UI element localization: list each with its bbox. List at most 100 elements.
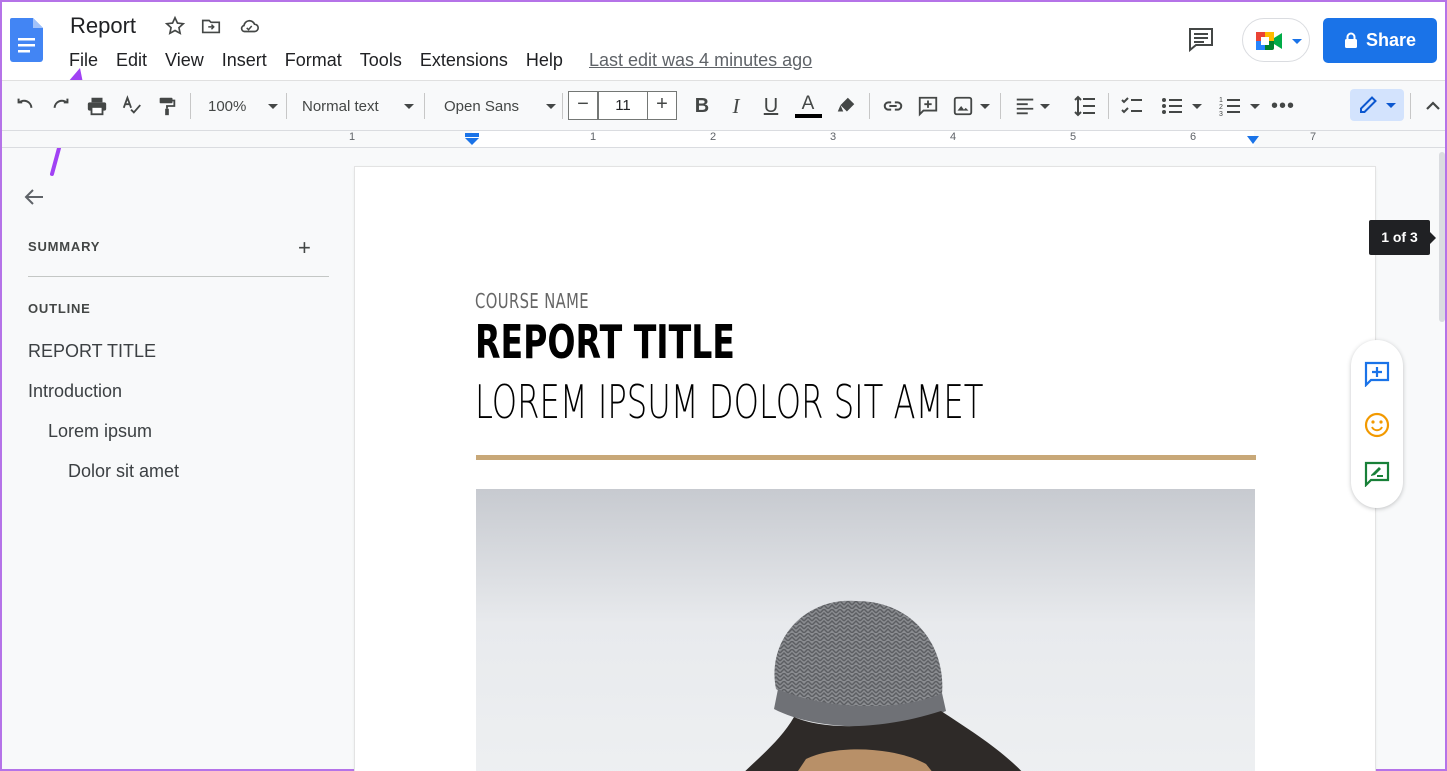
toolbar-divider	[1000, 93, 1001, 119]
paint-format-icon[interactable]	[154, 93, 180, 119]
side-action-toolbar	[1351, 340, 1403, 508]
menu-extensions[interactable]: Extensions	[411, 48, 517, 73]
ruler-number: 3	[830, 131, 837, 143]
right-indent-marker-icon[interactable]	[1247, 136, 1259, 144]
text-color-icon[interactable]: A	[794, 93, 822, 119]
undo-icon[interactable]	[12, 93, 38, 119]
suggest-edit-icon[interactable]	[1364, 461, 1390, 487]
ruler-number: 4	[950, 131, 957, 143]
meet-button[interactable]	[1242, 18, 1310, 62]
increase-font-size-button[interactable]: +	[647, 91, 677, 120]
lock-icon	[1344, 32, 1357, 48]
emoji-icon[interactable]	[1364, 412, 1390, 438]
chevron-down-icon	[268, 103, 278, 109]
align-button[interactable]	[1012, 93, 1052, 119]
ruler-number: 2	[710, 131, 717, 143]
align-icon	[1016, 98, 1034, 115]
menu-tools[interactable]: Tools	[351, 48, 411, 73]
back-arrow-icon[interactable]	[22, 185, 46, 209]
chevron-down-icon	[546, 103, 556, 109]
ruler-number: 1	[590, 131, 597, 143]
toolbar: 100% Normal text Open Sans B I U A 123 •…	[2, 80, 1445, 130]
bold-icon[interactable]: B	[690, 93, 714, 119]
report-title-text[interactable]: REPORT TITLE	[475, 315, 735, 369]
left-indent-marker-icon[interactable]	[465, 133, 479, 146]
outline-item-report-title[interactable]: REPORT TITLE	[28, 341, 156, 362]
checklist-icon[interactable]	[1118, 93, 1146, 119]
insert-image-button[interactable]	[950, 93, 992, 119]
outline-heading: OUTLINE	[28, 301, 91, 316]
ruler-number: 6	[1190, 131, 1197, 143]
font-size-input[interactable]: 11	[598, 91, 648, 120]
toolbar-divider	[286, 93, 287, 119]
insert-image-icon	[953, 96, 973, 116]
pencil-icon	[1360, 96, 1377, 113]
outline-item-lorem-ipsum[interactable]: Lorem ipsum	[48, 421, 152, 442]
chevron-down-icon	[980, 103, 990, 109]
font-dropdown[interactable]: Open Sans	[436, 93, 556, 119]
subtitle-text[interactable]: LOREM IPSUM DOLOR SIT AMET	[475, 375, 983, 429]
line-spacing-icon[interactable]	[1071, 93, 1099, 119]
italic-icon[interactable]: I	[724, 93, 748, 119]
chevron-down-icon	[1386, 103, 1396, 108]
menu-edit[interactable]: Edit	[107, 48, 156, 73]
share-label: Share	[1365, 30, 1417, 50]
decrease-font-size-button[interactable]: −	[568, 91, 598, 120]
toolbar-divider	[424, 93, 425, 119]
redo-icon[interactable]	[48, 93, 74, 119]
person-in-beanie-image	[745, 600, 1022, 771]
menu-format[interactable]: Format	[276, 48, 351, 73]
bulleted-list-button[interactable]	[1156, 93, 1206, 119]
chevron-down-icon	[1192, 103, 1202, 109]
document-title[interactable]: Report	[70, 13, 136, 39]
last-edit-link[interactable]: Last edit was 4 minutes ago	[589, 50, 812, 71]
scrollbar-thumb[interactable]	[1439, 152, 1445, 322]
ruler-number: 5	[1070, 131, 1077, 143]
zoom-dropdown[interactable]: 100%	[200, 93, 278, 119]
chevron-down-icon	[404, 103, 414, 109]
svg-text:2: 2	[1219, 104, 1223, 111]
share-button[interactable]: Share	[1323, 18, 1437, 63]
outline-item-introduction[interactable]: Introduction	[28, 381, 122, 402]
ruler-number: 1	[349, 131, 356, 143]
numbered-list-icon: 123	[1219, 97, 1240, 118]
toolbar-divider	[1108, 93, 1109, 119]
menu-bar: File Edit View Insert Format Tools Exten…	[60, 48, 572, 73]
menu-insert[interactable]: Insert	[213, 48, 276, 73]
meet-icon	[1256, 32, 1282, 50]
more-icon[interactable]: •••	[1270, 93, 1296, 119]
spellcheck-icon[interactable]	[119, 93, 145, 119]
comment-history-icon[interactable]	[1186, 24, 1216, 54]
chevron-down-icon	[1250, 103, 1260, 109]
highlight-icon[interactable]	[833, 93, 859, 119]
cover-photo[interactable]	[476, 489, 1255, 771]
font-value: Open Sans	[444, 97, 520, 115]
underline-icon[interactable]: U	[759, 93, 783, 119]
menu-view[interactable]: View	[156, 48, 213, 73]
add-comment-side-icon[interactable]	[1364, 361, 1390, 387]
summary-heading: SUMMARY	[28, 239, 101, 254]
print-icon[interactable]	[84, 93, 110, 119]
toolbar-divider	[190, 93, 191, 119]
svg-text:1: 1	[1219, 97, 1223, 104]
cloud-status-icon[interactable]	[238, 15, 260, 37]
docs-logo-icon[interactable]	[10, 18, 43, 62]
move-folder-icon[interactable]	[200, 15, 222, 37]
add-comment-icon[interactable]	[915, 93, 941, 119]
star-icon[interactable]	[164, 15, 186, 37]
document-page[interactable]: COURSE NAME REPORT TITLE LOREM IPSUM DOL…	[355, 167, 1375, 771]
course-name-text[interactable]: COURSE NAME	[475, 289, 589, 313]
numbered-list-button[interactable]: 123	[1214, 93, 1264, 119]
toolbar-divider	[1410, 93, 1411, 119]
decorative-rule	[476, 455, 1256, 460]
zoom-value: 100%	[208, 97, 247, 115]
ruler: 1 1 2 3 4 5 6 7	[2, 130, 1445, 148]
collapse-icon[interactable]	[1422, 93, 1444, 119]
ruler-number: 7	[1310, 131, 1317, 143]
style-dropdown[interactable]: Normal text	[296, 93, 414, 119]
menu-help[interactable]: Help	[517, 48, 572, 73]
editing-mode-button[interactable]	[1350, 89, 1404, 121]
link-icon[interactable]	[879, 93, 907, 119]
outline-item-dolor-sit-amet[interactable]: Dolor sit amet	[68, 461, 179, 482]
add-summary-button[interactable]: +	[298, 235, 311, 261]
